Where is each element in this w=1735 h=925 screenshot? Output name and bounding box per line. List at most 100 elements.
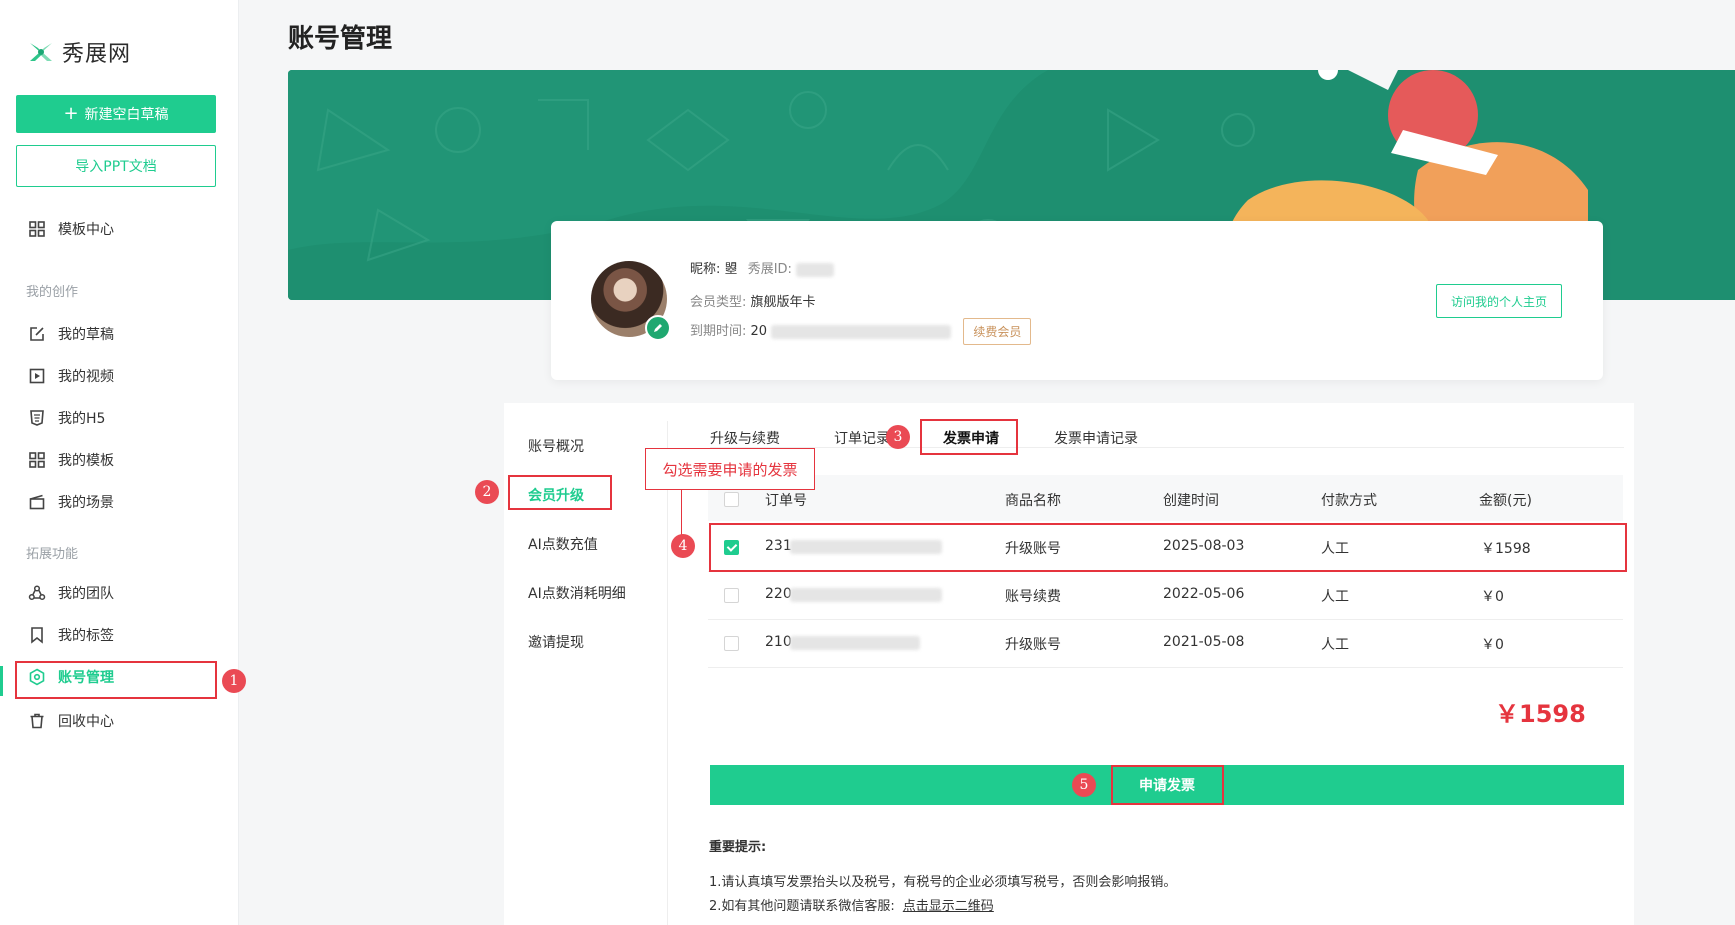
highlight-box-invoice-tab (920, 419, 1018, 455)
brand-name: 秀展网 (62, 42, 132, 67)
sidebar-item-team[interactable]: 我的团队 (28, 578, 114, 608)
submenu-ai-recharge[interactable]: AI点数充值 (528, 534, 598, 554)
expire-row: 到期时间: 20 续费会员 (690, 318, 1032, 345)
amount: ￥0 (1481, 589, 1504, 605)
highlight-box-account (15, 661, 217, 699)
highlight-box-member-upgrade (508, 475, 612, 510)
renew-membership-button[interactable]: 续费会员 (963, 318, 1032, 345)
tips-title: 重要提示: (709, 840, 767, 855)
sidebar-item-recycle[interactable]: 回收中心 (28, 706, 114, 736)
submenu-account-overview[interactable]: 账号概况 (528, 436, 584, 456)
submenu-ai-consumption[interactable]: AI点数消耗明细 (528, 583, 626, 603)
brand-logo[interactable]: 秀展网 (26, 36, 131, 68)
bookmark-icon (31, 627, 43, 644)
sidebar-item-label: 我的团队 (58, 586, 114, 602)
sidebar-item-h5[interactable]: 我的H5 (28, 403, 105, 433)
sidebar-item-label: 我的视频 (58, 369, 114, 385)
order-number-redacted (790, 636, 920, 650)
tip-line-2-text: 2.如有其他问题请联系微信客服: (709, 899, 895, 914)
page-title: 账号管理 (288, 24, 393, 54)
nickname-row: 昵称: 曌 秀展ID: (690, 258, 835, 277)
grid-icon (29, 452, 45, 468)
plus-icon: + (63, 103, 79, 124)
sidebar-item-label: 回收中心 (58, 714, 114, 730)
expire-value-redacted (771, 324, 952, 339)
sidebar-item-label: 我的标签 (58, 628, 114, 644)
visit-homepage-button[interactable]: 访问我的个人主页 (1436, 284, 1562, 318)
step-badge-4: 4 (671, 534, 695, 558)
total-amount: ￥1598 (1495, 700, 1586, 728)
select-all-checkbox[interactable] (724, 492, 739, 507)
content-divider (667, 421, 668, 925)
order-number-prefix: 220 (765, 586, 792, 602)
team-icon (28, 585, 46, 601)
sidebar-item-tags[interactable]: 我的标签 (28, 620, 114, 650)
amount: ￥0 (1481, 637, 1504, 653)
step-badge-3: 3 (886, 425, 910, 449)
sidebar-item-label: 我的草稿 (58, 327, 114, 343)
expire-value-prefix: 20 (750, 324, 768, 339)
column-header-order: 订单号 (765, 493, 807, 509)
tab-upgrade-renew[interactable]: 升级与续费 (710, 428, 780, 448)
row-checkbox[interactable] (724, 636, 739, 651)
callout-select-invoice: 勾选需要申请的发票 (645, 448, 815, 490)
submenu-invite-withdraw[interactable]: 邀请提现 (528, 632, 584, 652)
expire-label: 到期时间: (690, 324, 747, 339)
import-ppt-button[interactable]: 导入PPT文档 (16, 145, 216, 187)
grid-icon (29, 221, 45, 237)
scene-icon (29, 494, 45, 510)
step-badge-1: 1 (222, 669, 246, 693)
column-header-payment: 付款方式 (1321, 493, 1377, 509)
video-icon (29, 368, 45, 384)
show-qrcode-link[interactable]: 点击显示二维码 (903, 899, 994, 914)
user-id-value-redacted (796, 262, 835, 277)
highlight-box-apply-button (1111, 765, 1224, 805)
user-id-label: 秀展ID: (747, 262, 792, 277)
new-draft-button[interactable]: + 新建空白草稿 (16, 95, 216, 133)
highlight-box-selected-row (709, 523, 1627, 572)
sidebar-item-scenes[interactable]: 我的场景 (28, 487, 114, 517)
import-ppt-label: 导入PPT文档 (75, 159, 157, 175)
column-header-product: 商品名称 (1005, 493, 1061, 509)
sidebar-item-label: 我的H5 (58, 411, 106, 427)
created-time: 2021-05-08 (1163, 634, 1245, 650)
edit-avatar-button[interactable] (645, 315, 671, 341)
column-header-created: 创建时间 (1163, 493, 1219, 509)
new-draft-label: 新建空白草稿 (84, 107, 169, 123)
tab-order-records[interactable]: 订单记录 (834, 428, 890, 448)
tab-invoice-records[interactable]: 发票申请记录 (1054, 428, 1138, 448)
section-title-extension: 拓展功能 (26, 547, 79, 562)
step-badge-5: 5 (1072, 773, 1096, 797)
profile-card: 昵称: 曌 秀展ID: 会员类型: 旗舰版年卡 到期时间: 20 续费会员 访问… (551, 221, 1603, 380)
product-name: 账号续费 (1005, 589, 1061, 605)
member-type-value: 旗舰版年卡 (750, 295, 816, 310)
payment-method: 人工 (1321, 589, 1349, 605)
pencil-icon (654, 324, 662, 332)
sidebar-item-label: 我的模板 (58, 453, 114, 469)
sidebar-item-videos[interactable]: 我的视频 (28, 361, 114, 391)
sidebar: 秀展网 + 新建空白草稿 导入PPT文档 模板中心 我的创作 我的草稿 我的视频… (0, 0, 239, 925)
column-header-amount: 金额(元) (1479, 493, 1532, 509)
payment-method: 人工 (1321, 637, 1349, 653)
sidebar-item-label: 模板中心 (58, 222, 114, 238)
active-nav-indicator (0, 666, 3, 696)
step-badge-2: 2 (475, 480, 499, 504)
sidebar-item-drafts[interactable]: 我的草稿 (28, 319, 114, 349)
tab-underline-track (710, 447, 1624, 448)
member-type-label: 会员类型: (690, 295, 747, 310)
section-title-creation: 我的创作 (26, 285, 79, 300)
h5-icon (30, 410, 44, 426)
sidebar-item-template-center[interactable]: 模板中心 (28, 214, 114, 244)
product-name: 升级账号 (1005, 637, 1061, 653)
created-time: 2022-05-06 (1163, 586, 1245, 602)
tip-line-1: 1.请认真填写发票抬头以及税号，有税号的企业必须填写税号，否则会影响报销。 (709, 875, 1177, 890)
nickname-label: 昵称: (690, 262, 721, 277)
logo-icon (30, 43, 52, 61)
trash-icon (30, 713, 44, 729)
sidebar-item-templates[interactable]: 我的模板 (28, 445, 114, 475)
sidebar-item-label: 我的场景 (58, 495, 114, 511)
tip-line-2: 2.如有其他问题请联系微信客服: 点击显示二维码 (709, 895, 994, 914)
member-type-row: 会员类型: 旗舰版年卡 (690, 291, 816, 310)
order-number-prefix: 210 (765, 634, 792, 650)
row-checkbox[interactable] (724, 588, 739, 603)
